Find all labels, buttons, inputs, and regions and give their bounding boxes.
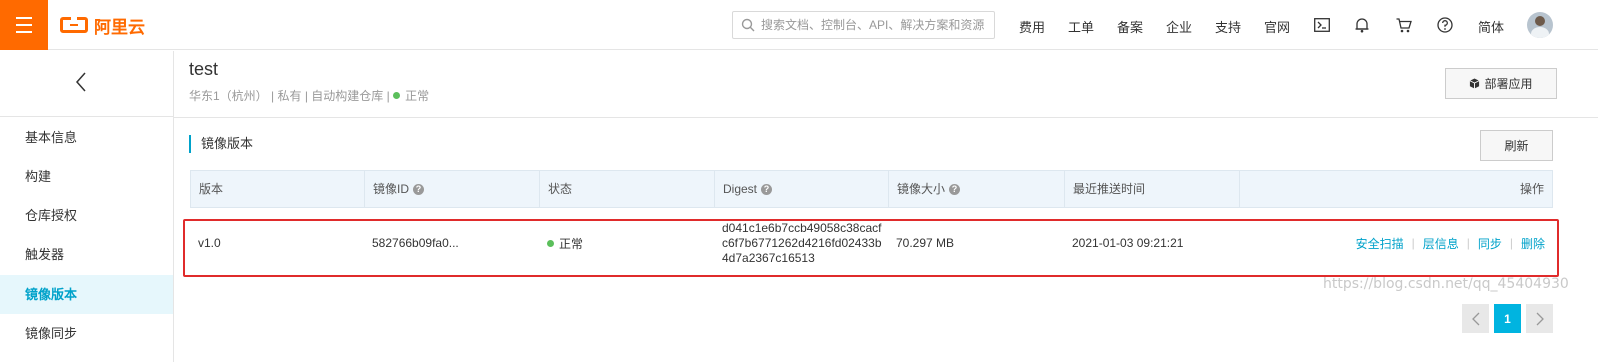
divider xyxy=(174,117,1598,118)
help-icon[interactable]: ? xyxy=(949,183,961,195)
search-icon xyxy=(741,18,755,32)
col-digest: Digest? xyxy=(715,171,889,207)
col-digest-label: Digest xyxy=(723,182,758,196)
cell-status-text: 正常 xyxy=(559,236,584,251)
col-actions-label: 操作 xyxy=(1519,182,1544,196)
avatar[interactable] xyxy=(1527,12,1553,38)
deploy-app-label: 部署应用 xyxy=(1484,77,1533,91)
col-size-label: 镜像大小 xyxy=(897,182,946,196)
cell-version: v1.0 xyxy=(198,236,221,250)
sidebar-item-image-versions[interactable]: 镜像版本 xyxy=(0,275,173,314)
sidebar-item-triggers[interactable]: 触发器 xyxy=(0,235,173,274)
nav-icp[interactable]: 备案 xyxy=(1117,17,1143,36)
security-scan-link[interactable]: 安全扫描 xyxy=(1356,235,1404,252)
repo-build-type: 自动构建仓库 xyxy=(311,89,384,103)
sidebar-item-basic-info[interactable]: 基本信息 xyxy=(0,118,173,157)
section-title: 镜像版本 xyxy=(189,135,253,153)
cell-pushed-at: 2021-01-03 09:21:21 xyxy=(1072,236,1184,250)
nav-enterprise[interactable]: 企业 xyxy=(1166,17,1192,36)
col-pushed-at-label: 最近推送时间 xyxy=(1073,182,1146,196)
repo-region: 华东1（杭州） xyxy=(189,89,268,103)
page-number[interactable]: 1 xyxy=(1494,304,1521,333)
language-switch[interactable]: 简体 xyxy=(1478,17,1504,36)
sidebar-item-repo-auth[interactable]: 仓库授权 xyxy=(0,196,173,235)
row-actions: 安全扫描 | 层信息 | 同步 | 删除 xyxy=(1356,208,1545,278)
hamburger-icon xyxy=(16,17,32,19)
col-image-id-label: 镜像ID xyxy=(373,182,410,196)
repo-meta: 华东1（杭州） | 私有 | 自动构建仓库 | 正常 xyxy=(189,87,429,104)
hamburger-icon-line xyxy=(16,24,32,26)
next-page-button[interactable] xyxy=(1526,304,1553,333)
sidebar-item-image-sync[interactable]: 镜像同步 xyxy=(0,314,173,353)
aliyun-logo[interactable]: 阿里云 xyxy=(60,14,145,37)
col-size: 镜像大小? xyxy=(889,171,1065,207)
deploy-app-button[interactable]: 部署应用 xyxy=(1445,68,1557,99)
search-box[interactable] xyxy=(732,11,995,39)
separator: | xyxy=(1411,236,1415,250)
sync-link[interactable]: 同步 xyxy=(1478,235,1502,252)
repo-visibility: 私有 xyxy=(277,89,302,103)
col-status-label: 状态 xyxy=(548,182,573,196)
nav-website[interactable]: 官网 xyxy=(1264,17,1290,36)
layer-info-link[interactable]: 层信息 xyxy=(1423,235,1459,252)
chevron-left-icon xyxy=(1471,312,1479,325)
digest-text: d041c1e6b7ccb49058c38cacfc6f7b6771262d42… xyxy=(722,220,882,265)
chevron-right-icon xyxy=(1536,312,1544,325)
chevron-left-icon xyxy=(75,72,86,92)
page-title: test xyxy=(189,59,219,79)
logo-text: 阿里云 xyxy=(94,17,145,37)
search-input[interactable] xyxy=(761,18,989,32)
status-dot xyxy=(547,239,554,247)
col-status: 状态 xyxy=(540,171,715,207)
table-header: 版本 镜像ID? 状态 Digest? 镜像大小? 最近推送时间 操作 xyxy=(190,170,1553,208)
cube-icon xyxy=(1470,78,1480,89)
avatar-head xyxy=(1535,16,1545,26)
main-content: test 华东1（杭州） | 私有 | 自动构建仓库 | 正常 部署应用 镜像版… xyxy=(174,51,1598,362)
prev-page-button[interactable] xyxy=(1462,304,1489,333)
status-dot xyxy=(393,92,401,99)
nav-tickets[interactable]: 工单 xyxy=(1068,17,1094,36)
bell-icon[interactable] xyxy=(1352,15,1372,35)
table-row: v1.0 582766b09fa0... 正常 d041c1e6b7ccb490… xyxy=(190,208,1553,278)
help-icon[interactable] xyxy=(1435,15,1455,35)
col-version-label: 版本 xyxy=(199,182,224,196)
sidebar-item-build[interactable]: 构建 xyxy=(0,157,173,196)
help-icon[interactable]: ? xyxy=(761,183,773,195)
separator: | xyxy=(1466,236,1470,250)
separator: | xyxy=(301,88,312,103)
aliyun-logo-icon xyxy=(60,17,88,33)
watermark: https://blog.csdn.net/qq_45404930 xyxy=(1323,276,1569,292)
cell-status: 正常 xyxy=(539,208,583,278)
col-actions: 操作 xyxy=(1240,171,1552,207)
terminal-icon[interactable] xyxy=(1312,15,1332,35)
nav-support[interactable]: 支持 xyxy=(1215,17,1241,36)
col-image-id: 镜像ID? xyxy=(365,171,540,207)
col-pushed-at: 最近推送时间 xyxy=(1065,171,1240,207)
delete-link[interactable]: 删除 xyxy=(1521,235,1545,252)
cell-digest: d041c1e6b7ccb49058c38cacfc6f7b6771262d42… xyxy=(714,208,882,278)
separator: | xyxy=(383,88,394,103)
avatar-body xyxy=(1531,27,1549,38)
col-version: 版本 xyxy=(191,171,365,207)
help-icon[interactable]: ? xyxy=(413,183,425,195)
nav-fees[interactable]: 费用 xyxy=(1019,17,1045,36)
menu-button[interactable] xyxy=(0,0,48,50)
hamburger-icon-line xyxy=(16,31,32,33)
back-button[interactable] xyxy=(0,51,173,117)
cell-size: 70.297 MB xyxy=(896,236,955,250)
cart-icon[interactable] xyxy=(1394,15,1414,35)
repo-status: 正常 xyxy=(405,89,430,103)
refresh-button[interactable]: 刷新 xyxy=(1480,130,1553,161)
top-bar: 阿里云 费用 工单 备案 企业 支持 官网 简体 xyxy=(0,0,1598,50)
cell-image-id: 582766b09fa0... xyxy=(372,236,459,250)
sidebar: 基本信息 构建 仓库授权 触发器 镜像版本 镜像同步 xyxy=(0,51,174,362)
separator: | xyxy=(267,88,278,103)
separator: | xyxy=(1509,236,1513,250)
